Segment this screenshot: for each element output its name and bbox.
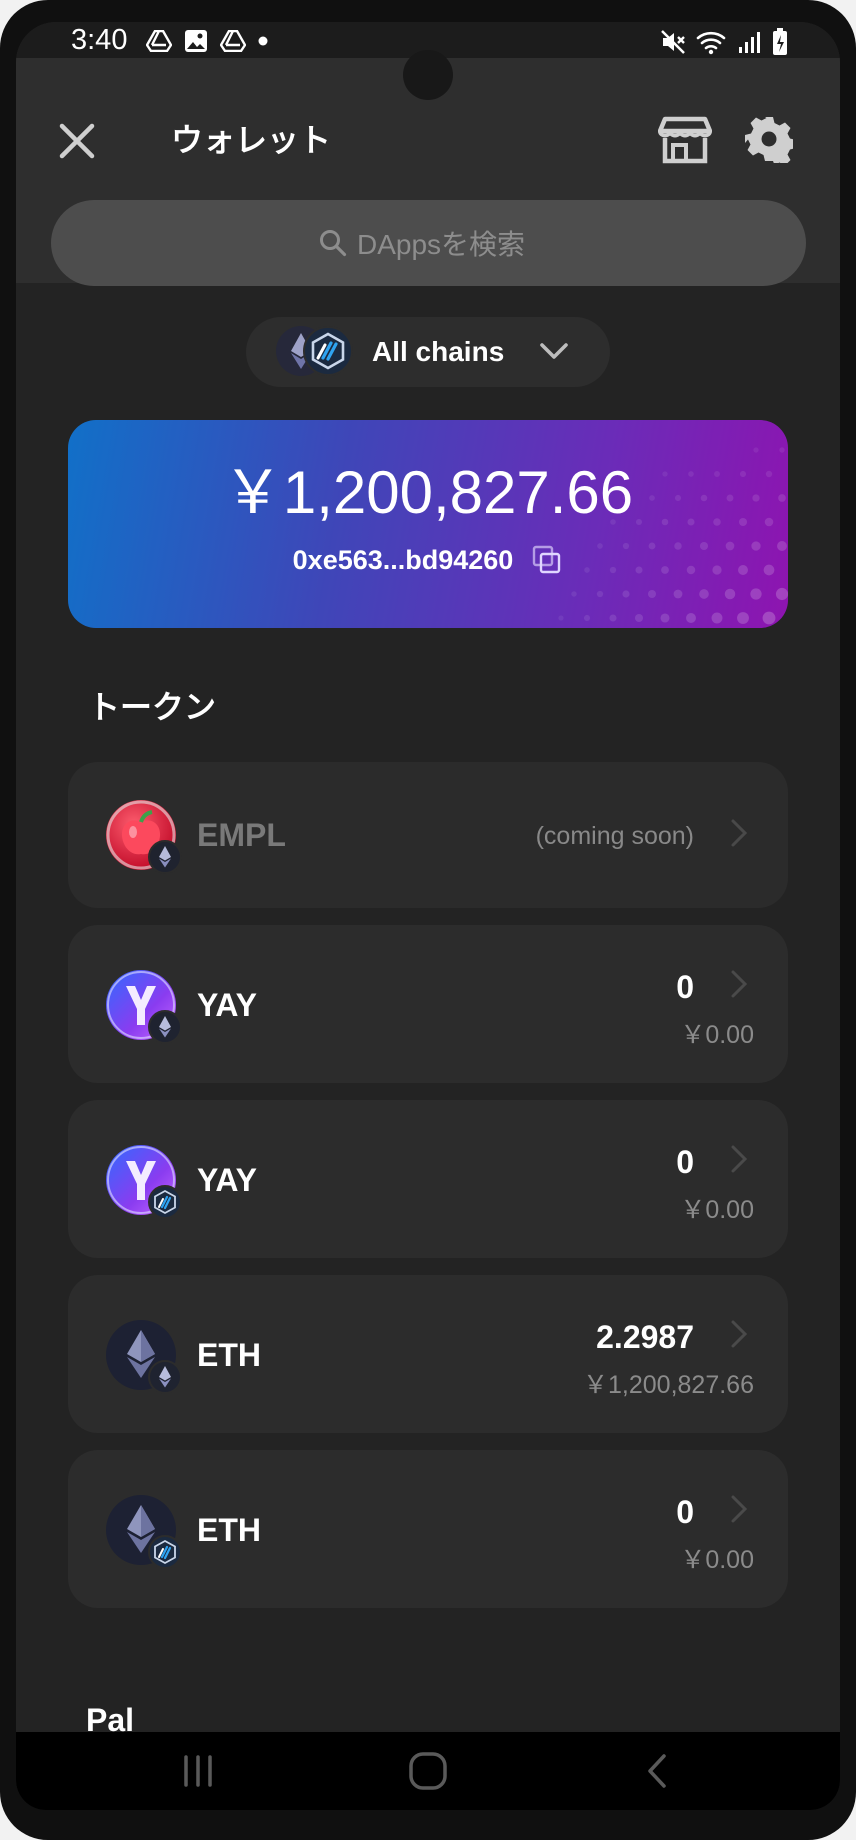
search-icon: [320, 230, 347, 257]
chevron-right-icon: [731, 819, 748, 847]
balance-card: ￥1,200,827.66 0xe563...bd94260: [68, 420, 788, 628]
more-notifications-icon: [258, 36, 268, 46]
tokens-section-title: トークン: [88, 689, 217, 725]
token-amount: 0: [676, 1144, 694, 1180]
status-time: 3:40: [71, 24, 128, 56]
decor-dot: [762, 611, 776, 625]
shop-icon[interactable]: [658, 112, 712, 166]
decor-dot: [737, 612, 749, 624]
ethereum-badge-icon: [148, 840, 182, 874]
token-row[interactable]: EMPL (coming soon): [68, 762, 788, 908]
token-symbol: YAY: [197, 1162, 257, 1198]
decor-dot: [583, 614, 591, 622]
token-symbol: YAY: [197, 987, 257, 1023]
system-icons: [660, 28, 788, 56]
decor-dot: [609, 614, 617, 622]
token-row[interactable]: YAY 0 ￥0.00: [68, 925, 788, 1083]
token-amount: 0: [676, 1494, 694, 1530]
notification-icons: [146, 29, 268, 53]
token-row[interactable]: ETH 0 ￥0.00: [68, 1450, 788, 1608]
chevron-right-icon: [731, 1320, 748, 1348]
decor-dot: [622, 590, 630, 598]
front-camera: [403, 50, 453, 100]
copy-icon[interactable]: [531, 544, 563, 576]
chevron-right-icon: [731, 970, 748, 998]
token-symbol: ETH: [197, 1512, 261, 1548]
chevron-right-icon: [731, 1145, 748, 1173]
decor-dot: [750, 588, 762, 600]
decor-dot: [699, 589, 709, 599]
phone-frame: 3:40 ウォレット DAppsを検索 All chains ￥1,200,82…: [0, 0, 856, 1840]
decor-dot: [571, 591, 577, 597]
decor-dot: [596, 590, 604, 598]
decor-dot: [660, 613, 670, 623]
image-icon: [185, 30, 207, 52]
token-fiat-value: ￥0.00: [680, 1196, 754, 1224]
decor-dot: [711, 612, 723, 624]
arbitrum-badge-icon: [148, 1535, 182, 1569]
token-symbol: ETH: [197, 1337, 261, 1373]
token-row[interactable]: ETH 2.2987 ￥1,200,827.66: [68, 1275, 788, 1433]
arbitrum-badge-icon: [148, 1185, 182, 1219]
page-title: ウォレット: [171, 122, 332, 158]
recent-apps-icon[interactable]: [180, 1754, 216, 1788]
battery-icon: [773, 28, 787, 55]
decor-dot: [753, 447, 759, 453]
chevron-down-icon: [540, 343, 568, 359]
close-icon[interactable]: [54, 118, 100, 164]
back-icon[interactable]: [644, 1753, 670, 1789]
token-row[interactable]: YAY 0 ￥0.00: [68, 1100, 788, 1258]
decor-dot: [775, 587, 788, 601]
decor-dot: [648, 590, 656, 598]
token-symbol: EMPL: [197, 817, 286, 853]
drive-icon: [220, 30, 246, 52]
total-balance: ￥1,200,827.66: [222, 459, 634, 526]
search-placeholder-group: DAppsを検索: [319, 200, 525, 286]
screen: 3:40 ウォレット DAppsを検索 All chains ￥1,200,82…: [16, 22, 840, 1810]
token-fiat-value: ￥0.00: [680, 1021, 754, 1049]
coming-soon-label: (coming soon): [535, 822, 694, 850]
wallet-address-row: 0xe563...bd94260: [68, 544, 788, 576]
signal-icon: [739, 32, 760, 53]
drive-icon: [146, 30, 172, 52]
ethereum-badge-icon: [148, 1360, 182, 1394]
system-navigation-bar: [16, 1732, 840, 1810]
mute-icon: [661, 30, 685, 54]
dapps-search-input[interactable]: DAppsを検索: [51, 200, 806, 286]
decor-dot: [673, 589, 683, 599]
chevron-right-icon: [731, 1495, 748, 1523]
chain-selector[interactable]: All chains: [246, 317, 610, 387]
gear-icon[interactable]: [745, 115, 793, 163]
token-fiat-value: ￥1,200,827.66: [583, 1371, 754, 1399]
token-fiat-value: ￥0.00: [680, 1546, 754, 1574]
search-placeholder: DAppsを検索: [357, 229, 526, 260]
wallet-address: 0xe563...bd94260: [292, 544, 514, 575]
token-amount: 2.2987: [596, 1319, 694, 1355]
decor-dot: [634, 613, 644, 623]
decor-dot: [724, 588, 736, 600]
ethereum-badge-icon: [148, 1010, 182, 1044]
wifi-icon: [696, 31, 726, 55]
decor-dot: [686, 613, 696, 623]
decor-dot: [558, 615, 564, 621]
chain-selector-label: All chains: [372, 336, 505, 367]
arbitrum-chain-icon: [303, 326, 353, 376]
home-icon[interactable]: [408, 1751, 448, 1791]
token-amount: 0: [676, 969, 694, 1005]
decor-dot: [779, 447, 785, 453]
